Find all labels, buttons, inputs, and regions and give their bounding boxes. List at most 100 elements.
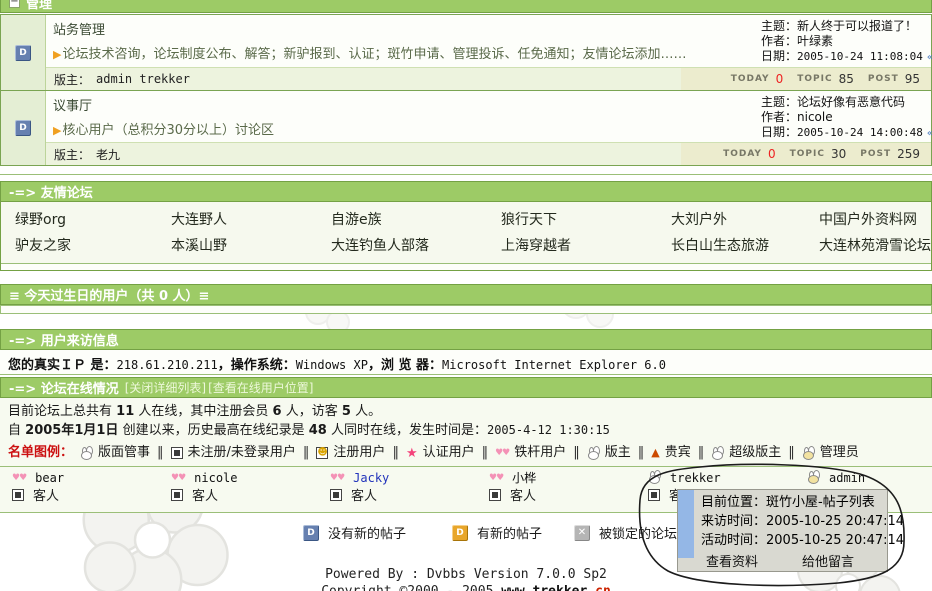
browser-value: Microsoft Internet Explorer 6.0 (442, 358, 666, 372)
online-count-line: 目前论坛上总共有 11 人在线，其中注册会员 6 人，访客 5 人。 (8, 403, 932, 421)
guest-icon (12, 489, 24, 501)
user-name-link[interactable]: trekker (670, 471, 721, 485)
forum-table: 站务管理 ▶论坛技术咨询，论坛制度公布、解答；新驴报到、认证；斑竹申请、管理投诉… (0, 14, 932, 166)
view-profile-link[interactable]: 查看资料 (706, 551, 758, 570)
online-members: 6 (273, 404, 282, 419)
friend-link[interactable]: 狼行天下 (501, 207, 671, 233)
no-new-posts-icon (15, 120, 31, 136)
site-link[interactable]: www.trekker (501, 584, 587, 591)
goto-icon[interactable]: « (927, 128, 932, 139)
last-author-link[interactable]: 叶绿素 (797, 34, 833, 48)
hearts-icon (12, 472, 26, 484)
tooltip-active-time: 活动时间：2005-10-25 20:47:14 (678, 531, 887, 550)
tooltip-arrival-time: 来访时间：2005-10-25 20:47:14 (678, 512, 887, 531)
forum-name-link[interactable]: 站务管理 (53, 19, 761, 38)
empty-strip (1, 263, 931, 270)
user-name-link[interactable]: admin (829, 471, 865, 485)
collapse-icon[interactable] (9, 0, 20, 8)
friend-link[interactable]: 绿野org (15, 207, 171, 233)
guest-icon (171, 489, 183, 501)
birthday-empty-row (0, 305, 932, 314)
online-user: bear 客人 (12, 469, 171, 503)
friend-forums-section: -=> 友情论坛 绿野org 大连野人 自游e族 狼行天下 大刘户外 中国户外资… (0, 181, 932, 271)
forum-page: 管理 站务管理 ▶论坛技术咨询，论坛制度公布、解答；新驴报到、认证；斑竹申请、管… (0, 0, 932, 591)
online-status-bar: -=> 论坛在线情况 [关闭详细列表][查看在线用户位置] (0, 377, 932, 398)
triangle-icon (651, 447, 659, 459)
hearts-icon (489, 472, 503, 484)
divider (0, 466, 932, 467)
today-count: 0 (776, 72, 784, 86)
no-new-posts-icon (15, 45, 31, 61)
online-record-line: 自 2005年1月1日 创建以来，历史最高在线纪录是 48 人同时在线，发生时间… (8, 421, 932, 440)
user-name-link[interactable]: bear (35, 471, 64, 485)
friend-link[interactable]: 大连钓鱼人部落 (331, 233, 501, 259)
status-legend-item: 有新的帖子 (452, 523, 542, 542)
moderator-link[interactable]: admin trekker (96, 72, 190, 86)
post-count: 259 (897, 147, 920, 161)
online-user: nicole 客人 (171, 469, 330, 503)
status-legend-item: 被锁定的论坛 (574, 523, 677, 542)
user-name-link[interactable]: nicole (194, 471, 237, 485)
section-title: -=> 友情论坛 (9, 182, 93, 201)
legend-label: 名单图例： (8, 443, 73, 463)
forum-name-link[interactable]: 议事厅 (53, 95, 761, 114)
locked-forum-icon (574, 525, 590, 541)
copyright: Copyright ©2000 - 2005 www.trekker.cn (0, 584, 932, 591)
category-title: 管理 (26, 0, 52, 12)
goto-icon[interactable]: « (927, 52, 932, 63)
bunny-icon (648, 471, 661, 484)
close-detail-list-link[interactable]: [关闭详细列表] (125, 379, 206, 396)
section-title: -=> 用户来访信息 (9, 330, 119, 349)
record-time: 2005-4-12 1:30:15 (487, 423, 610, 437)
friend-link[interactable]: 大连林苑滑雪论坛 (819, 233, 931, 259)
friend-link[interactable]: 自游e族 (331, 207, 501, 233)
moderators-cell: 版主： 老九 (46, 143, 681, 165)
star-icon (406, 447, 418, 460)
last-author-link[interactable]: nicole (797, 110, 833, 124)
forum-icon-cell (1, 91, 46, 165)
friend-link[interactable]: 大连野人 (171, 207, 331, 233)
status-legend-item: 没有新的帖子 (303, 523, 406, 542)
view-online-position-link[interactable]: [查看在线用户位置] (208, 379, 313, 396)
forum-description: ▶核心用户（总积分30分以上）讨论区 (53, 119, 761, 138)
user-info-tooltip: 目前位置：斑竹小屋-帖子列表 来访时间：2005-10-25 20:47:14 … (677, 489, 888, 572)
user-name-link[interactable]: 小桦 (512, 469, 536, 486)
online-user: 小桦 客人 (489, 469, 648, 503)
friend-link[interactable]: 驴友之家 (15, 233, 171, 259)
bullet-icon: ▶ (53, 48, 61, 61)
friend-link[interactable]: 本溪山野 (171, 233, 331, 259)
bunny-admin-icon (807, 471, 820, 484)
guest-icon (489, 489, 501, 501)
friend-link[interactable]: 中国户外资料网 (819, 207, 931, 233)
forum-stats: TODAY 0 TOPIC 30 POST 259 (681, 143, 931, 165)
today-count: 0 (768, 147, 776, 161)
section-title: -=> 论坛在线情况 (9, 378, 119, 397)
selection-highlight (678, 490, 694, 558)
online-guests: 5 (342, 404, 351, 419)
friend-link[interactable]: 长白山生态旅游 (671, 233, 819, 259)
user-name-link[interactable]: Jacky (353, 471, 389, 485)
last-topic-link[interactable]: 新人终于可以报道了！ (797, 19, 917, 33)
leave-message-link[interactable]: 给他留言 (802, 551, 854, 570)
last-topic-link[interactable]: 论坛好像有恶意代码 (797, 95, 905, 109)
bunny-icon (711, 447, 724, 460)
forum-stats: TODAY 0 TOPIC 85 POST 95 (681, 68, 931, 90)
online-total: 11 (116, 404, 134, 419)
bunny-icon (80, 447, 93, 460)
moderator-link[interactable]: 老九 (96, 146, 120, 163)
friend-link[interactable]: 大刘户外 (671, 207, 819, 233)
bunny-admin-icon (802, 447, 815, 460)
forum-row: 站务管理 ▶论坛技术咨询，论坛制度公布、解答；新驴报到、认证；斑竹申请、管理投诉… (1, 15, 931, 90)
bunny-icon (587, 447, 600, 460)
moderators-cell: 版主： admin trekker (46, 68, 681, 90)
topic-count: 85 (839, 72, 854, 86)
visitor-info-bar: -=> 用户来访信息 (0, 329, 932, 350)
os-value: Windows XP (296, 358, 368, 372)
user-legend-line: 名单图例： 版面管事 ‖ 未注册/未登录用户 ‖ 注册用户 ‖ 认证用户 ‖ 铁… (8, 443, 932, 463)
friend-links-grid: 绿野org 大连野人 自游e族 狼行天下 大刘户外 中国户外资料网 驴友之家 本… (1, 202, 931, 263)
forum-description: ▶论坛技术咨询，论坛制度公布、解答；新驴报到、认证；斑竹申请、管理投诉、任免通知… (53, 43, 761, 62)
ip-value: 218.61.210.211 (117, 358, 218, 372)
friend-link[interactable]: 上海穿越者 (501, 233, 671, 259)
new-posts-icon (452, 525, 468, 541)
topic-count: 30 (831, 147, 846, 161)
